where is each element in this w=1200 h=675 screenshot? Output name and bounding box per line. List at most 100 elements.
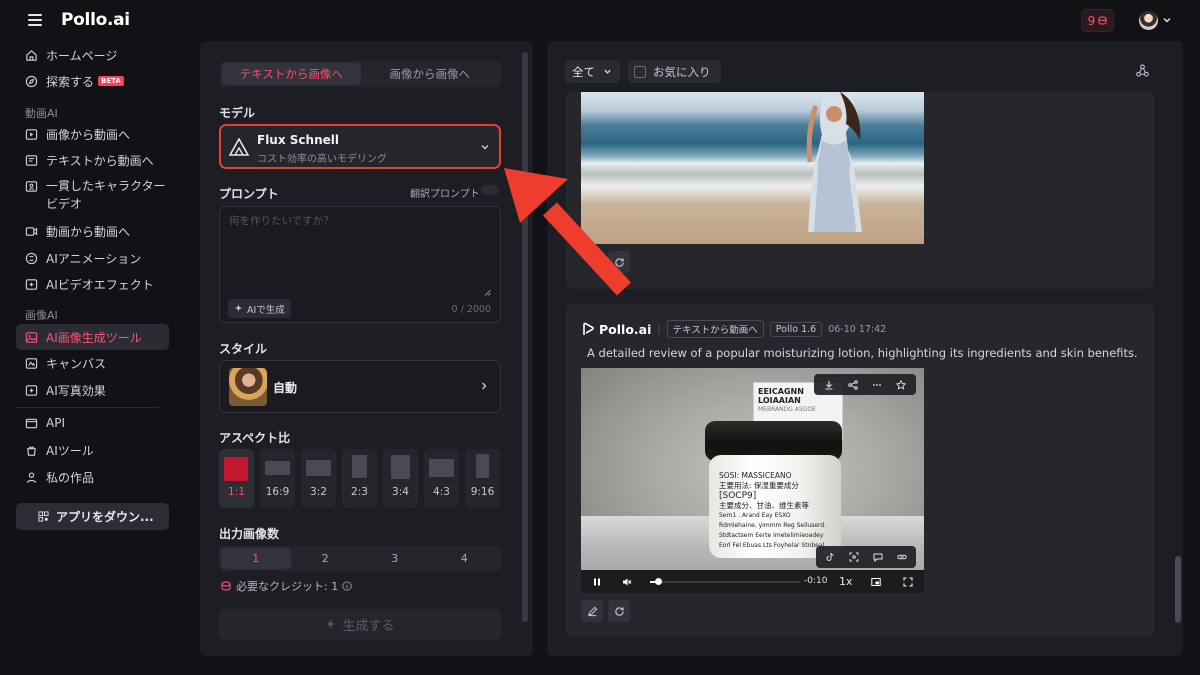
mode-tabs: テキストから画像へ 画像から画像へ: [220, 61, 501, 87]
sidebar-item-ai-video-effect[interactable]: AIビデオエフェクト: [16, 271, 169, 297]
more-button[interactable]: [866, 374, 888, 395]
star-icon: [896, 379, 906, 390]
generate-button[interactable]: 生成する: [219, 609, 501, 640]
gallery-scrollbar[interactable]: [1175, 556, 1181, 623]
jar-text-line: [SOCP9]: [719, 491, 757, 501]
mute-icon[interactable]: [622, 577, 632, 587]
playback-speed-button[interactable]: 1x: [839, 575, 853, 588]
sidebar-item-video-to-video[interactable]: 動画から動画へ: [16, 218, 169, 244]
speech-icon: [873, 553, 883, 562]
sidebar-item-ai-tools[interactable]: AIツール: [16, 437, 169, 463]
count-option-4[interactable]: 4: [430, 548, 500, 569]
menu-icon[interactable]: [28, 14, 42, 26]
sidebar-item-label: 画像から動画へ: [46, 127, 131, 142]
video-controls: -0:10 1x: [581, 570, 924, 593]
aspect-label: 9:16: [470, 486, 495, 498]
sidebar-item-text-to-video[interactable]: テキストから動画へ: [16, 147, 169, 173]
sidebar-item-ai-animation[interactable]: AIアニメーション: [16, 245, 169, 271]
qr-code-icon: [38, 511, 49, 522]
style-select[interactable]: 自動: [219, 360, 501, 413]
favorite-button[interactable]: [890, 374, 912, 395]
edit-button[interactable]: [581, 600, 603, 622]
refresh-icon: [614, 606, 624, 616]
aspect-option-2-3[interactable]: 2:3: [342, 449, 377, 508]
type-filter-select[interactable]: 全て: [565, 60, 620, 83]
mode-chip: テキストから動画へ: [666, 320, 764, 338]
aspect-option-4-3[interactable]: 4:3: [424, 449, 459, 508]
video-progress-knob[interactable]: [654, 578, 662, 585]
result-image[interactable]: [581, 92, 924, 244]
count-option-2[interactable]: 2: [291, 548, 361, 569]
sidebar-item-consistent-character[interactable]: 一貫したキャラクター ビデオ: [16, 174, 169, 211]
aspect-shape: [429, 459, 454, 477]
translate-prompt-toggle[interactable]: [481, 185, 499, 195]
sidebar-item-label: キャンバス: [46, 356, 107, 371]
picture-in-picture-icon[interactable]: [871, 577, 881, 587]
pollo-logo-icon: [583, 322, 594, 335]
aspect-shape: [306, 460, 331, 476]
share-button[interactable]: [842, 374, 864, 395]
info-icon[interactable]: [342, 581, 352, 591]
model-name: Flux Schnell: [257, 133, 339, 147]
ai-generate-prompt-button[interactable]: AIで生成: [228, 299, 291, 318]
aspect-label: 3:4: [392, 486, 409, 498]
style-thumbnail: [229, 368, 267, 406]
aspect-option-3-4[interactable]: 3:4: [383, 449, 418, 508]
fullscreen-icon[interactable]: [903, 577, 913, 587]
favorites-checkbox[interactable]: [634, 65, 646, 78]
video-extra-tools: [816, 546, 916, 568]
sidebar-item-home[interactable]: ホームページ: [16, 42, 169, 68]
download-app-label: アプリをダウン...: [56, 510, 154, 524]
result-video[interactable]: EEICAGNN LOIAAIAN MEBRANDG ASGOE SOSI: M…: [581, 368, 924, 593]
woman-figure: [806, 92, 862, 232]
sidebar-item-label: テキストから動画へ: [46, 153, 154, 168]
aspect-option-16-9[interactable]: 16:9: [260, 449, 295, 508]
aspect-option-1-1[interactable]: 1:1: [219, 449, 254, 508]
model-chip: Pollo 1.6: [769, 321, 823, 337]
sidebar-item-image-to-video[interactable]: 画像から動画へ: [16, 121, 169, 147]
upscale-button[interactable]: [843, 546, 865, 568]
resize-handle-icon[interactable]: [484, 289, 491, 296]
section-label-image: 画像AI: [25, 309, 58, 322]
sidebar-item-api[interactable]: API: [16, 410, 169, 436]
aspect-label: 4:3: [433, 486, 450, 498]
chevron-down-icon[interactable]: [1162, 15, 1172, 25]
flux-logo-icon: [229, 138, 249, 156]
avatar[interactable]: [1139, 11, 1158, 30]
result-timestamp: 06-10 17:42: [828, 323, 887, 335]
form-scrollbar[interactable]: [522, 52, 528, 622]
image-video-icon: [25, 128, 38, 140]
sidebar-item-label: 動画から動画へ: [46, 224, 131, 239]
count-option-1[interactable]: 1: [221, 548, 291, 569]
sidebar-item-my-works[interactable]: 私の作品: [16, 464, 169, 490]
download-button[interactable]: [818, 374, 840, 395]
extend-button[interactable]: [891, 546, 913, 568]
model-description: コスト効率の高いモデリング: [257, 154, 387, 165]
prompt-input[interactable]: [229, 213, 491, 293]
favorites-filter[interactable]: お気に入り: [628, 60, 721, 83]
aspect-option-3-2[interactable]: 3:2: [301, 449, 336, 508]
credit-badge[interactable]: 9: [1081, 9, 1114, 32]
pause-icon[interactable]: [592, 577, 602, 587]
jar-text-line: 主要成分、甘油、维生素等: [719, 501, 809, 510]
sidebar-item-label: AI画像生成ツール: [46, 330, 142, 345]
sidebar-item-canvas[interactable]: キャンバス: [16, 350, 169, 376]
count-option-3[interactable]: 3: [360, 548, 430, 569]
model-label: モデル: [219, 106, 256, 120]
model-select[interactable]: Flux Schnell コスト効率の高いモデリング: [219, 124, 501, 169]
regenerate-button[interactable]: [608, 600, 630, 622]
logo[interactable]: Pollo.ai: [61, 10, 130, 30]
aspect-option-9-16[interactable]: 9:16: [465, 449, 500, 508]
sidebar-item-explore[interactable]: 探索する BETA: [16, 68, 169, 94]
tab-image-to-image[interactable]: 画像から画像へ: [361, 63, 500, 85]
download-app-button[interactable]: アプリをダウン...: [16, 503, 169, 530]
tiktok-button[interactable]: [819, 546, 841, 568]
lip-sync-button[interactable]: [867, 546, 889, 568]
video-progress-bar[interactable]: [650, 578, 800, 585]
share-network-icon[interactable]: [1136, 64, 1149, 77]
sidebar-item-ai-image-generator[interactable]: AI画像生成ツール: [16, 324, 169, 350]
text-video-icon: [25, 154, 38, 166]
tab-text-to-image[interactable]: テキストから画像へ: [222, 63, 361, 85]
sidebar-item-ai-photo-effect[interactable]: AI写真効果: [16, 377, 169, 403]
type-filter-value: 全て: [572, 64, 595, 79]
